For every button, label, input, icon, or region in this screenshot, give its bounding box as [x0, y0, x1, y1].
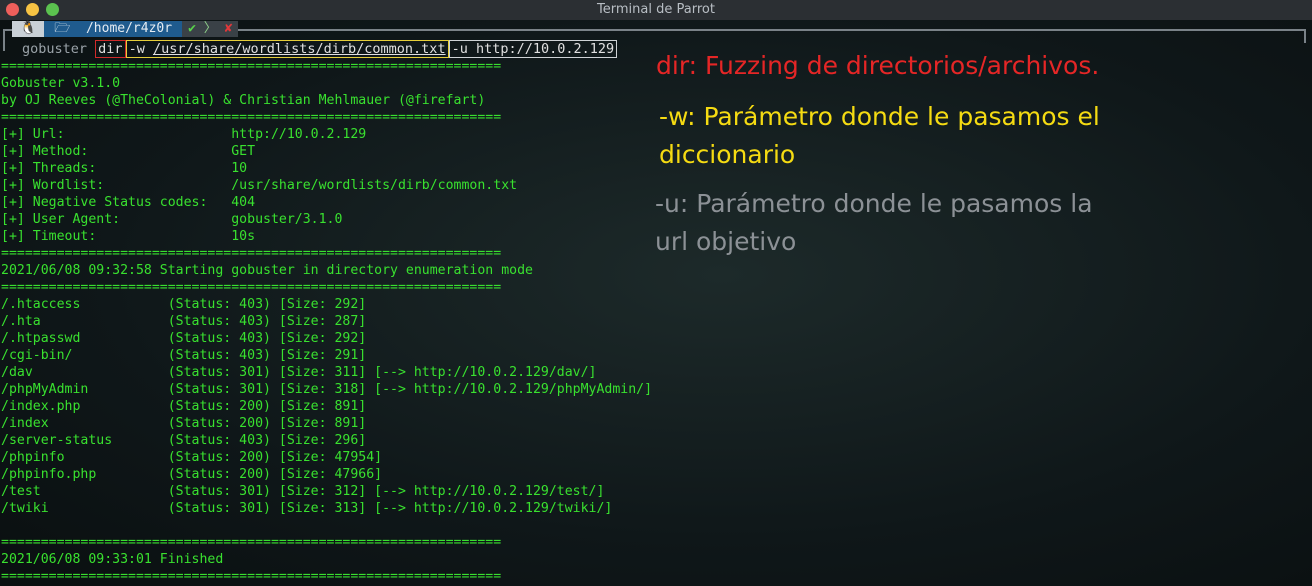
annotation-wordlist: -w: Parámetro donde le pasamos el diccio…: [659, 98, 1100, 174]
output-line: /server-status (Status: 403) [Size: 296]: [1, 433, 367, 448]
annotation-url-line1: -u: Parámetro donde le pasamos la: [655, 189, 1093, 218]
output-line: /index.php (Status: 200) [Size: 891]: [1, 399, 367, 414]
output-line: /phpMyAdmin (Status: 301) [Size: 318] [-…: [1, 382, 653, 397]
window-title: Terminal de Parrot: [597, 2, 715, 17]
annotation-wordlist-line1: -w: Parámetro donde le pasamos el: [659, 102, 1100, 131]
output-line: /test (Status: 301) [Size: 312] [--> htt…: [1, 484, 605, 499]
arrow-icon: 〉: [203, 21, 217, 36]
annotation-dir: dir: Fuzzing de directorios/archivos.: [656, 51, 1100, 80]
command-line[interactable]: gobuster dir -w /usr/share/wordlists/dir…: [22, 40, 618, 58]
wordlist-flag: -w: [128, 41, 145, 57]
prompt-bar: 🐧 🗁 /home/r4z0r ✔ 〉 ✘: [12, 21, 239, 37]
annotation-wordlist-line2: diccionario: [659, 140, 796, 169]
output-line: ========================================…: [1, 59, 502, 74]
output-line: [+] Wordlist: /usr/share/wordlists/dirb/…: [1, 178, 518, 193]
output-line: /dav (Status: 301) [Size: 311] [--> http…: [1, 365, 597, 380]
target-url: http://10.0.2.129: [475, 41, 615, 57]
output-line: by OJ Reeves (@TheColonial) & Christian …: [1, 93, 486, 108]
directory-path: /home/r4z0r: [85, 21, 173, 36]
command-mode-box: dir: [95, 40, 126, 58]
output-line: /twiki (Status: 301) [Size: 313] [--> ht…: [1, 501, 613, 516]
linux-icon: 🐧: [12, 21, 45, 37]
output-line: ========================================…: [1, 535, 502, 550]
output-line: /cgi-bin/ (Status: 403) [Size: 291]: [1, 348, 367, 363]
url-flag: -u: [451, 41, 468, 57]
output-line: [+] Threads: 10: [1, 161, 248, 176]
status-segment: ✔ 〉 ✘: [182, 21, 239, 37]
output-line: [+] Method: GET: [1, 144, 256, 159]
terminal-output: ========================================…: [1, 58, 652, 585]
error-icon: ✘: [224, 21, 233, 36]
command-program: gobuster: [22, 41, 88, 57]
output-line: /.htaccess (Status: 403) [Size: 292]: [1, 297, 367, 312]
current-directory: 🗁 /home/r4z0r: [44, 21, 183, 37]
check-icon: ✔: [188, 21, 196, 36]
output-line: /index (Status: 200) [Size: 891]: [1, 416, 367, 431]
url-box: -u http://10.0.2.129: [448, 40, 618, 58]
wordlist-path: /usr/share/wordlists/dirb/common.txt: [152, 41, 446, 57]
output-line: 2021/06/08 09:32:58 Starting gobuster in…: [1, 263, 533, 278]
output-line: ========================================…: [1, 110, 502, 125]
output-line: [+] Url: http://10.0.2.129: [1, 127, 367, 142]
window-titlebar: Terminal de Parrot: [0, 0, 1312, 21]
output-line: ========================================…: [1, 280, 502, 295]
output-line: ========================================…: [1, 246, 502, 261]
output-line: /.hta (Status: 403) [Size: 287]: [1, 314, 367, 329]
output-line: 2021/06/08 09:33:01 Finished: [1, 552, 224, 567]
annotation-url-line2: url objetivo: [655, 227, 797, 256]
output-line: [+] Negative Status codes: 404: [1, 195, 256, 210]
output-line: ========================================…: [1, 569, 502, 584]
output-line: /phpinfo.php (Status: 200) [Size: 47966]: [1, 467, 383, 482]
annotation-url: -u: Parámetro donde le pasamos la url ob…: [655, 185, 1093, 261]
output-line: [+] Timeout: 10s: [1, 229, 256, 244]
output-line: [+] User Agent: gobuster/3.1.0: [1, 212, 343, 227]
output-line: /.htpasswd (Status: 403) [Size: 292]: [1, 331, 367, 346]
wordlist-box: -w /usr/share/wordlists/dirb/common.txt: [125, 40, 449, 58]
output-line: /phpinfo (Status: 200) [Size: 47954]: [1, 450, 383, 465]
output-line: Gobuster v3.1.0: [1, 76, 121, 91]
folder-icon: 🗁: [54, 21, 71, 36]
